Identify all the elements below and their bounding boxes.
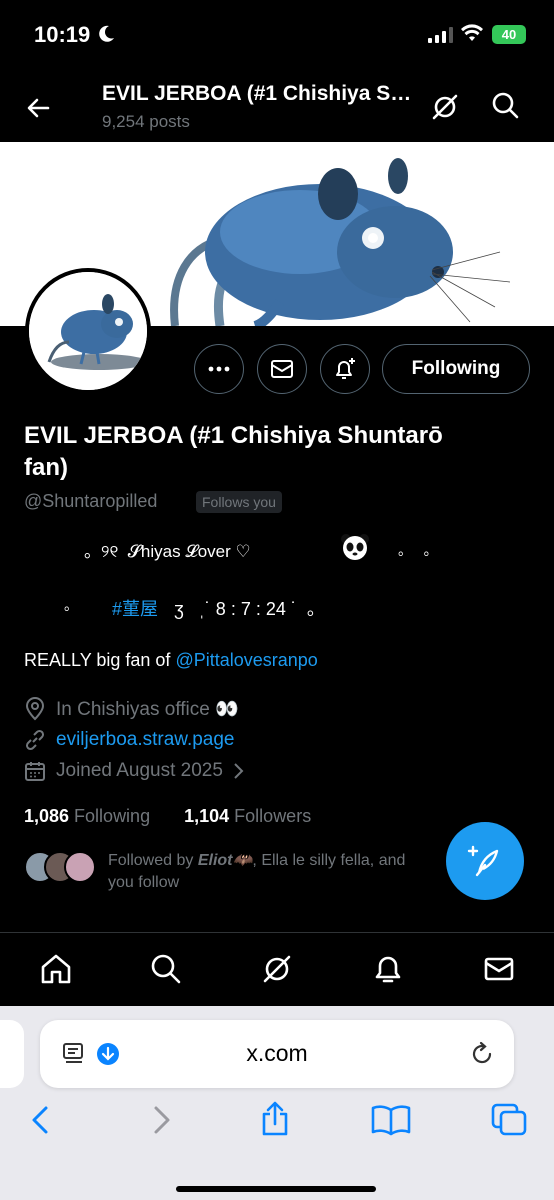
url-text: x.com [246,1040,308,1066]
joined-row[interactable]: Joined August 2025 [24,760,255,782]
user-handle: @Shuntaropilled [24,491,158,511]
mail-icon[interactable] [481,951,517,987]
calendar-icon [25,762,45,781]
address-bar[interactable]: x.com [40,1020,514,1088]
more-button[interactable] [194,344,244,394]
followers-count: 1,104 [184,806,230,826]
compose-button[interactable] [446,822,524,900]
signal-icon [428,27,453,43]
grok-icon[interactable] [259,951,295,987]
panda-emoji-icon [341,534,369,560]
location-row: In Chishiyas office 👀 [24,697,239,721]
bio-line-2-end: ʒ ˌ˙ 8 : 7 : 24 ˙ 。 [174,599,325,619]
joined-text: Joined August 2025 [56,760,223,781]
bookmarks-icon[interactable] [370,1104,412,1136]
home-icon[interactable] [38,951,74,987]
bio-line-1: 。୨୧ 𝓢hiyas 𝓛over ♡ [84,542,251,561]
followed-by-text[interactable]: Followed by Eliot🦇, Ella le silly fella,… [108,850,448,894]
tabs-icon[interactable] [490,1102,528,1138]
followers-count-link[interactable]: 1,104 Followers [184,806,311,826]
notification-plus-icon [336,358,355,379]
bio-line-3: REALLY big fan of @Pittalovesranpo [24,650,318,671]
display-name: EVIL JERBOA (#1 Chishiya Shuntarō fan) [24,422,443,481]
back-icon[interactable] [28,1104,54,1136]
bell-icon[interactable] [370,951,406,987]
following-count: 1,086 [24,806,70,826]
following-button[interactable]: Following [382,344,530,394]
avatar [64,851,96,883]
status-bar: 10:19 40 [0,0,554,70]
following-label: Following [69,806,151,826]
more-icon [208,366,230,372]
browser-toolbar: x.com [0,1006,554,1200]
message-button[interactable] [257,344,307,394]
forward-icon[interactable] [148,1104,174,1136]
followed-by-name: Eliot🦇 [197,852,253,869]
follow-counts: 1,086 Following 1,104 Followers [24,806,311,827]
status-time: 10:19 [34,22,91,47]
grok-icon[interactable] [428,90,462,124]
website-link[interactable]: eviljerboa.straw.page [56,729,235,751]
chevron-right-icon [234,763,244,779]
followers-you-know-avatars[interactable] [24,851,96,883]
bio-line-2-start: 。 [64,597,78,613]
reload-icon[interactable] [468,1040,496,1068]
previous-tab-peek[interactable] [0,1020,24,1088]
following-count-link[interactable]: 1,086 Following [24,806,150,826]
battery-indicator: 40 [492,25,526,44]
profile-header: EVIL JERBOA (#1 Chishiya Shuntarō fan) 9… [0,70,554,142]
followed-by-line2: you follow [108,874,180,891]
wifi-icon [461,24,483,41]
bottom-nav [0,932,554,1006]
search-icon[interactable] [148,951,184,987]
bio-dots: 。 。 [398,542,438,558]
mail-icon [271,360,293,378]
bio-line-3-text: REALLY big fan of [24,650,176,670]
link-icon [25,729,45,751]
location-text: In Chishiyas office 👀 [56,699,239,720]
followed-by-prefix: Followed by [108,852,198,869]
back-arrow-icon[interactable] [22,92,54,124]
compose-icon [467,845,499,877]
home-indicator [176,1186,376,1192]
followed-by-rest: , Ella le silly fella, and [252,852,406,869]
website-row: eviljerboa.straw.page [24,729,235,751]
moon-icon [99,25,114,42]
location-icon [25,697,45,721]
avatar-jerboa-image [29,272,147,390]
notifications-button[interactable] [320,344,370,394]
post-count: 9,254 posts [102,112,190,131]
header-title: EVIL JERBOA (#1 Chishiya Shuntarō fan) [102,82,412,105]
search-icon[interactable] [490,90,520,120]
bio-hashtag-link[interactable]: #菫屋 [112,595,158,621]
followers-label: Followers [229,806,312,826]
bio-mention-link[interactable]: @Pittalovesranpo [175,650,317,670]
follows-you-badge: Follows you [196,491,282,513]
share-icon[interactable] [258,1100,292,1138]
profile-avatar[interactable] [25,268,151,394]
